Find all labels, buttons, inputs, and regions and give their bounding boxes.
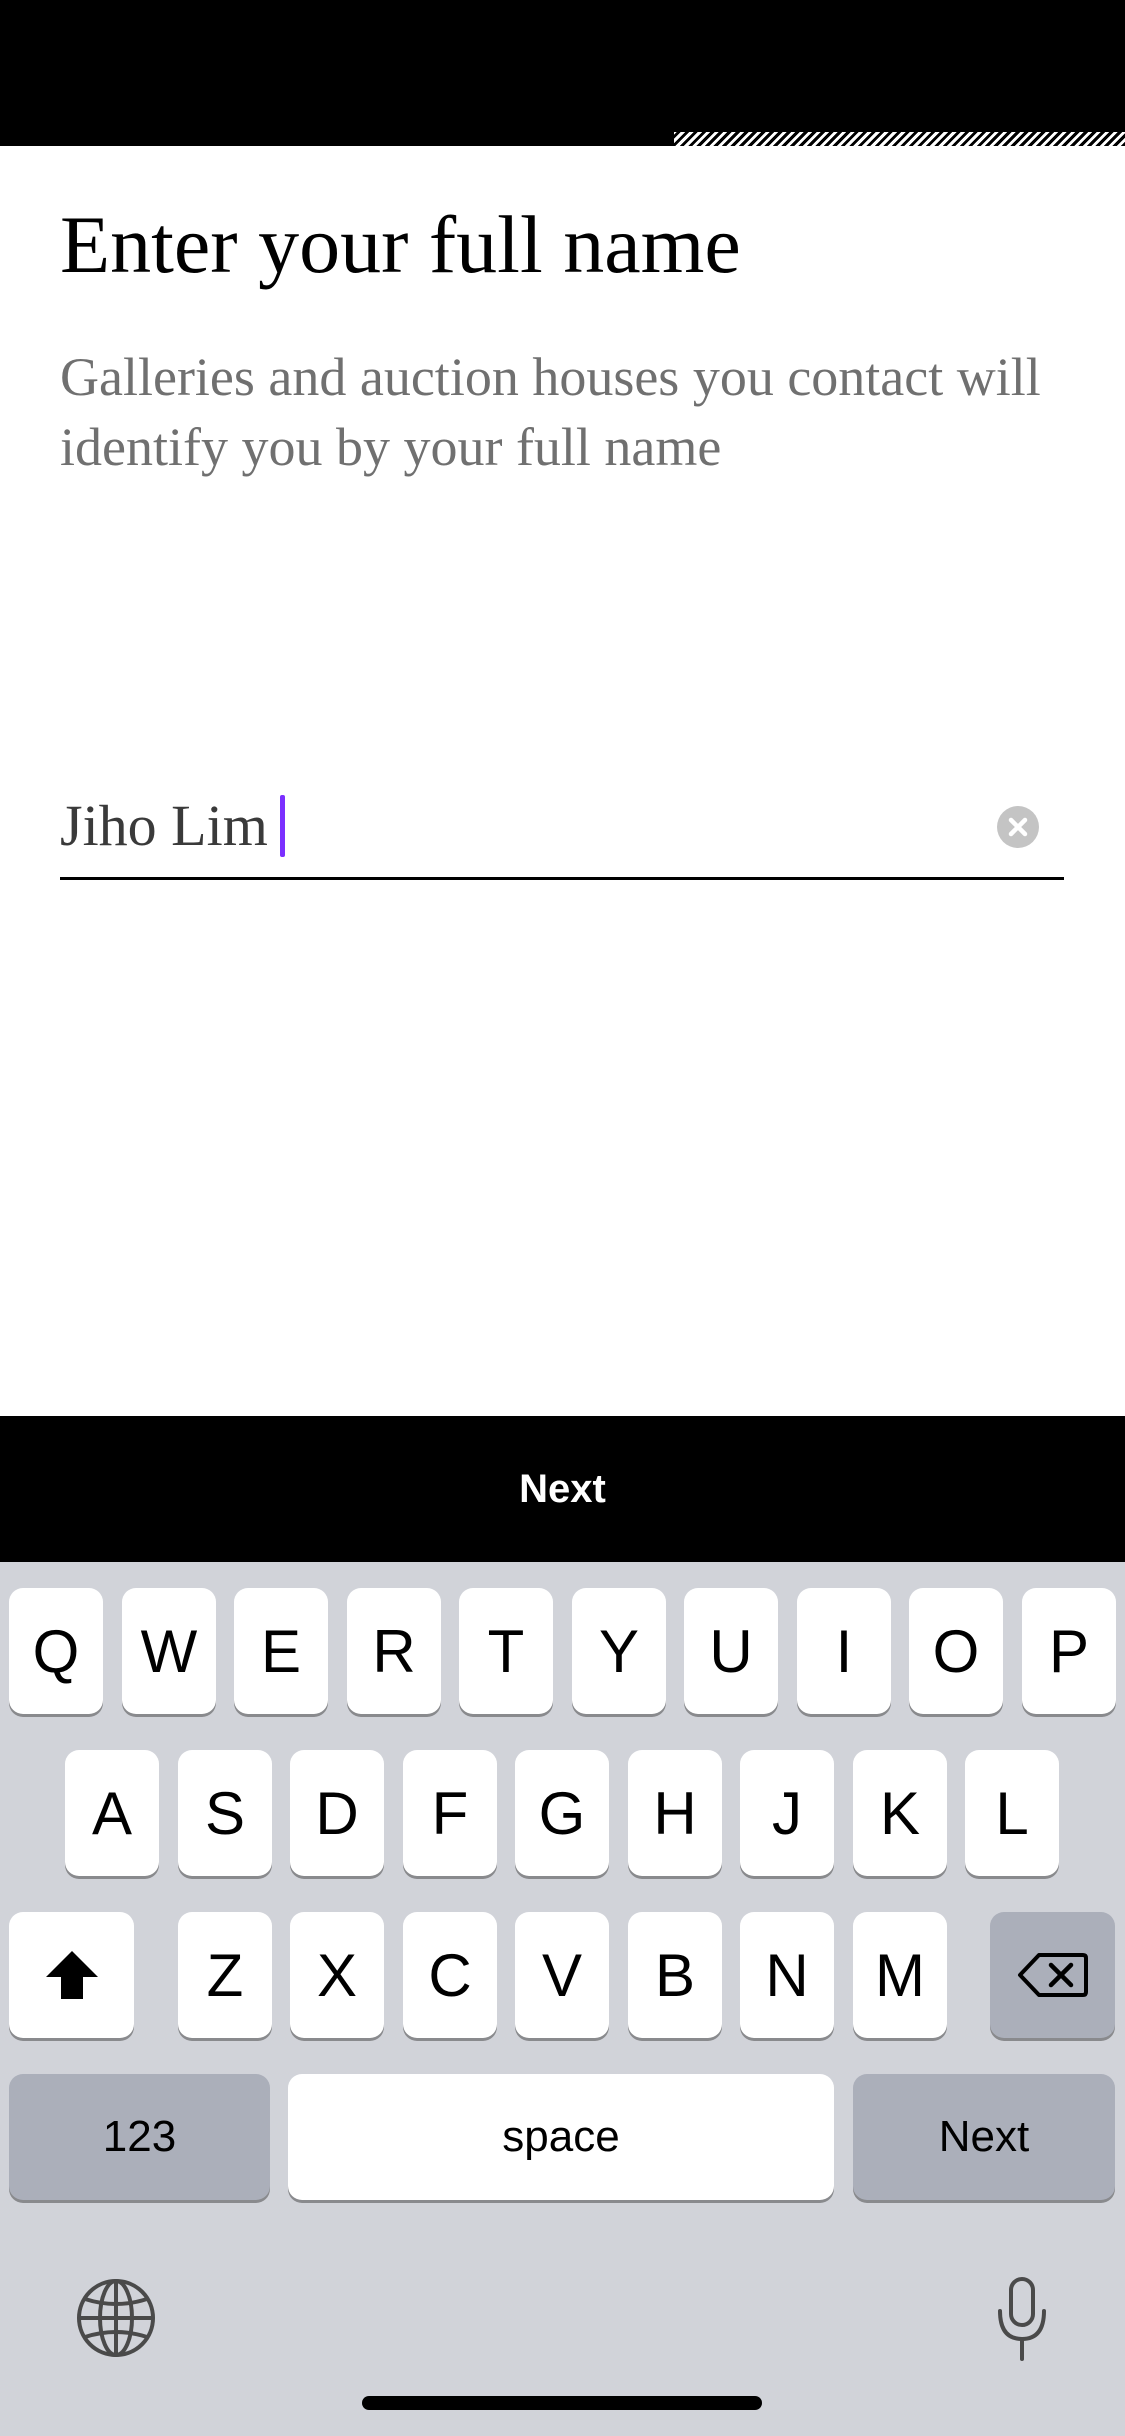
- shift-icon: [45, 1951, 98, 1999]
- microphone-button[interactable]: [980, 2270, 1064, 2370]
- page-subtitle: Galleries and auction houses you contact…: [60, 347, 1041, 477]
- key-x[interactable]: X: [290, 1912, 384, 2038]
- clear-circle-icon: [1008, 817, 1028, 837]
- key-w[interactable]: W: [122, 1588, 216, 1714]
- key-k[interactable]: K: [853, 1750, 947, 1876]
- key-z[interactable]: Z: [178, 1912, 272, 2038]
- key-o[interactable]: O: [909, 1588, 1003, 1714]
- page-title: Enter your full name: [60, 199, 741, 290]
- full-name-field[interactable]: Jiho Lim: [60, 770, 1064, 880]
- full-name-value: Jiho Lim: [60, 793, 268, 858]
- key-b[interactable]: B: [628, 1912, 722, 2038]
- status-bar: [0, 0, 1125, 146]
- home-indicator: [362, 2396, 762, 2410]
- backspace-key[interactable]: [990, 1912, 1115, 2038]
- space-key[interactable]: space: [288, 2074, 834, 2200]
- progress-indicator: [674, 132, 1125, 146]
- key-r[interactable]: R: [347, 1588, 441, 1714]
- key-h[interactable]: H: [628, 1750, 722, 1876]
- key-v[interactable]: V: [515, 1912, 609, 2038]
- key-n[interactable]: N: [740, 1912, 834, 2038]
- text-caret: [279, 795, 285, 857]
- key-q[interactable]: Q: [9, 1588, 103, 1714]
- key-d[interactable]: D: [290, 1750, 384, 1876]
- next-button-label: Next: [519, 1466, 606, 1511]
- key-f[interactable]: F: [403, 1750, 497, 1876]
- backspace-icon: [1017, 1953, 1088, 1997]
- key-y[interactable]: Y: [572, 1588, 666, 1714]
- key-j[interactable]: J: [740, 1750, 834, 1876]
- key-c[interactable]: C: [403, 1912, 497, 2038]
- clear-text-button[interactable]: [997, 806, 1039, 848]
- full-name-input[interactable]: Jiho Lim: [60, 790, 285, 862]
- globe-icon: [77, 2279, 155, 2357]
- key-i[interactable]: I: [797, 1588, 891, 1714]
- key-g[interactable]: G: [515, 1750, 609, 1876]
- key-e[interactable]: E: [234, 1588, 328, 1714]
- key-u[interactable]: U: [684, 1588, 778, 1714]
- numbers-key[interactable]: 123: [9, 2074, 270, 2200]
- key-a[interactable]: A: [65, 1750, 159, 1876]
- keyboard: Q W E R T Y U I O P A S D F G H J K L Z …: [0, 1562, 1125, 2436]
- key-m[interactable]: M: [853, 1912, 947, 2038]
- shift-key[interactable]: [9, 1912, 134, 2038]
- key-s[interactable]: S: [178, 1750, 272, 1876]
- key-t[interactable]: T: [459, 1588, 553, 1714]
- return-next-key[interactable]: Next: [853, 2074, 1115, 2200]
- key-p[interactable]: P: [1022, 1588, 1116, 1714]
- globe-button[interactable]: [70, 2272, 162, 2364]
- next-button[interactable]: Next: [0, 1416, 1125, 1562]
- microphone-icon: [998, 2277, 1046, 2361]
- key-l[interactable]: L: [965, 1750, 1059, 1876]
